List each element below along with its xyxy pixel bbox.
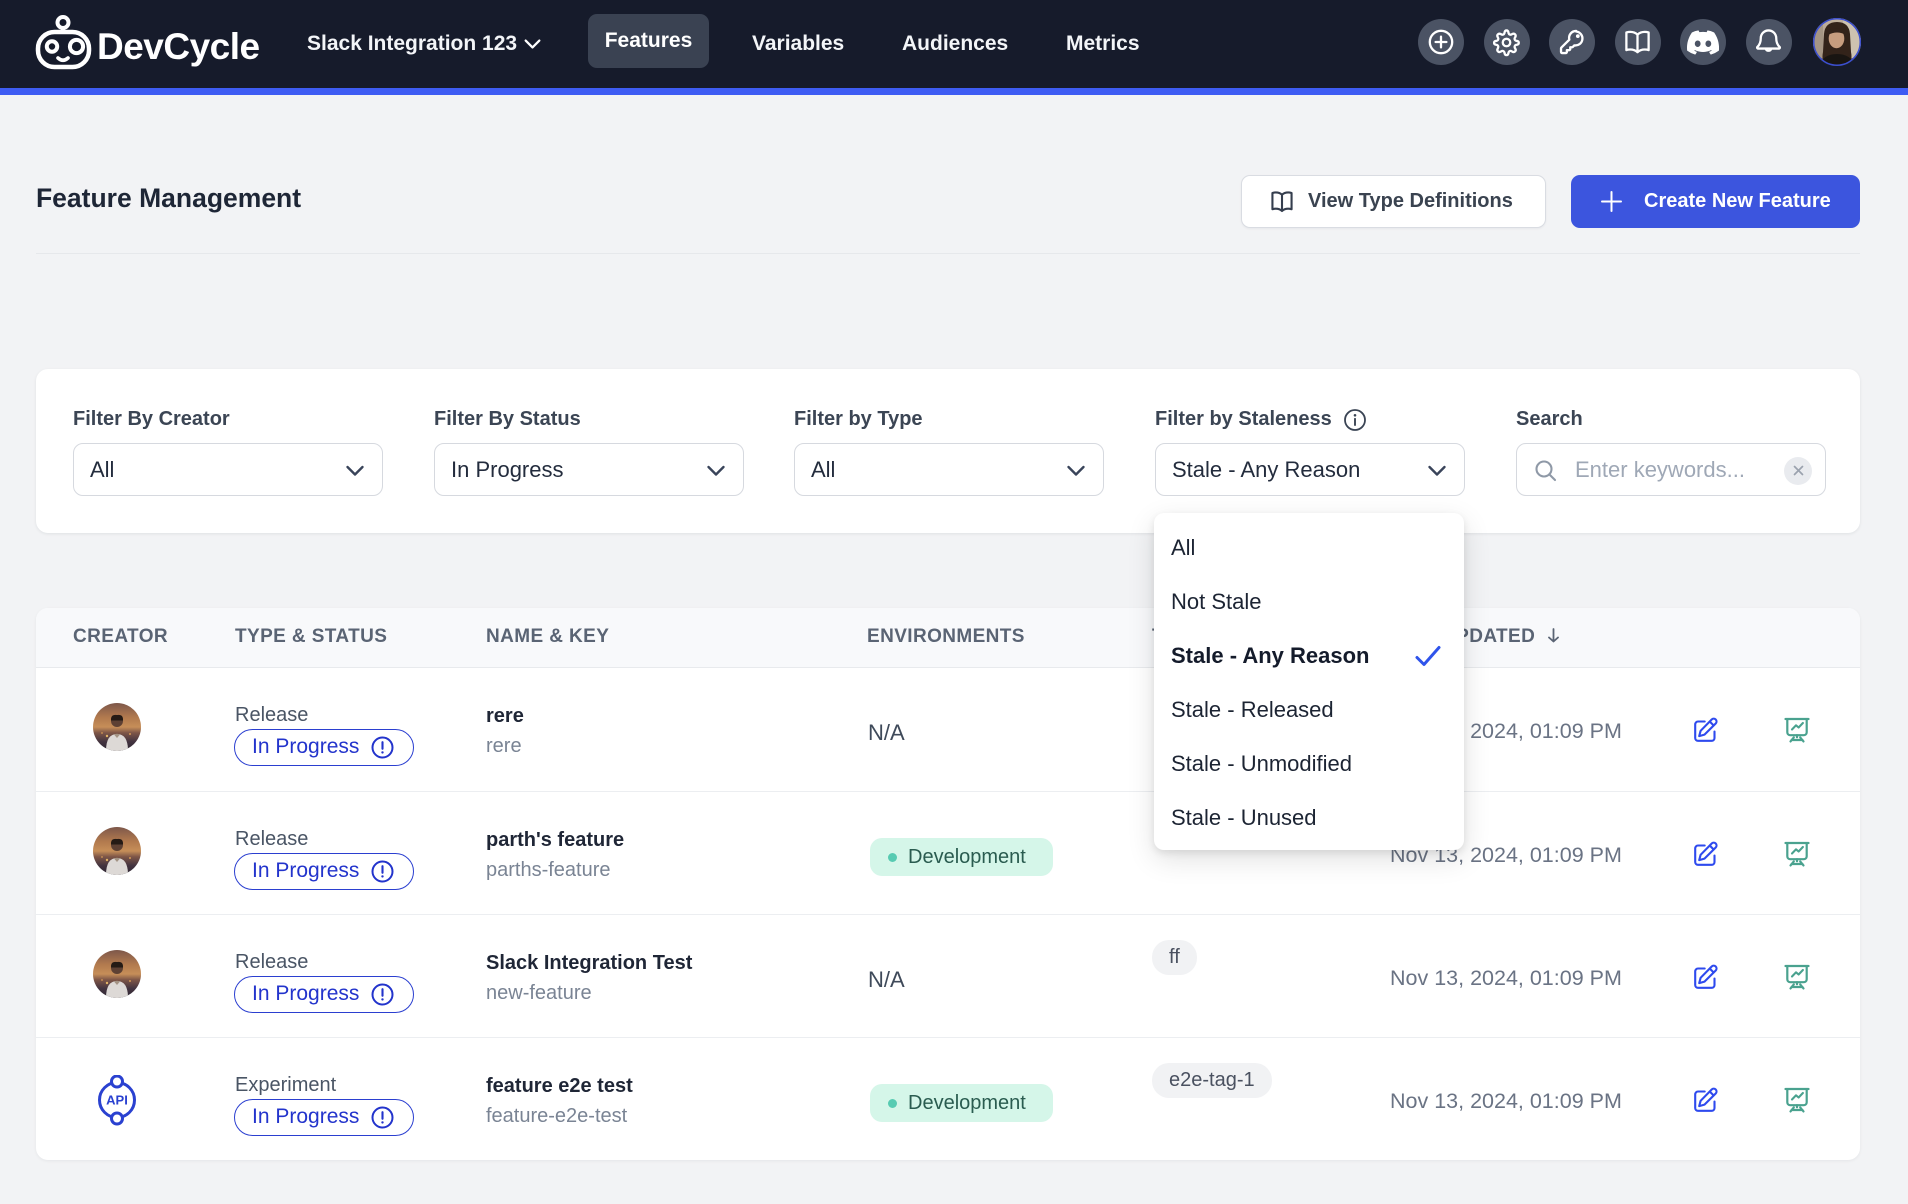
svg-text:API: API: [106, 1093, 128, 1108]
